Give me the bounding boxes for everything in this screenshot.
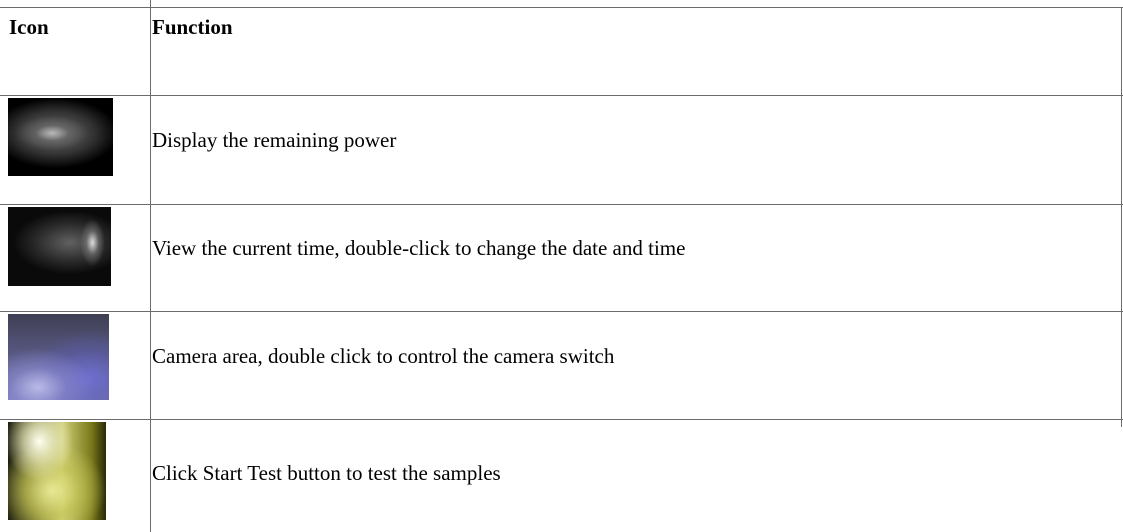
header-icon: Icon <box>9 15 49 39</box>
function-text: Camera area, double click to control the… <box>152 344 615 368</box>
table-column-divider <box>150 0 151 532</box>
function-text: Click Start Test button to test the samp… <box>152 461 501 485</box>
function-text: Display the remaining power <box>152 128 397 152</box>
table-border-top <box>0 7 1123 8</box>
table-row-divider <box>0 419 1123 420</box>
battery-icon <box>8 98 113 176</box>
table-row-divider <box>0 95 1123 96</box>
function-text: View the current time, double-click to c… <box>152 236 686 260</box>
camera-icon <box>8 314 109 400</box>
table-border-right <box>1121 7 1122 427</box>
table-row-divider <box>0 311 1123 312</box>
table-row-divider <box>0 204 1123 205</box>
start-test-icon <box>8 422 106 520</box>
icon-function-table: Icon Function Display the remaining powe… <box>0 0 1123 532</box>
header-function: Function <box>152 15 233 39</box>
clock-icon <box>8 207 111 286</box>
